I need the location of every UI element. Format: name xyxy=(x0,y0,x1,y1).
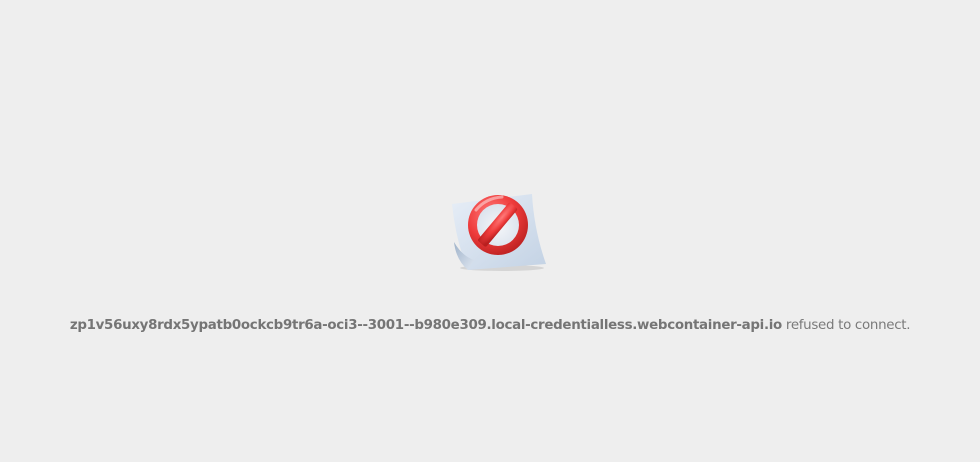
error-host: zp1v56uxy8rdx5ypatb0ockcb9tr6a-oci3--300… xyxy=(69,318,782,333)
error-text: refused to connect. xyxy=(781,318,911,333)
error-message: zp1v56uxy8rdx5ypatb0ockcb9tr6a-oci3--300… xyxy=(0,318,980,333)
error-page: zp1v56uxy8rdx5ypatb0ockcb9tr6a-oci3--300… xyxy=(0,0,980,462)
blocked-page-icon xyxy=(446,190,552,274)
